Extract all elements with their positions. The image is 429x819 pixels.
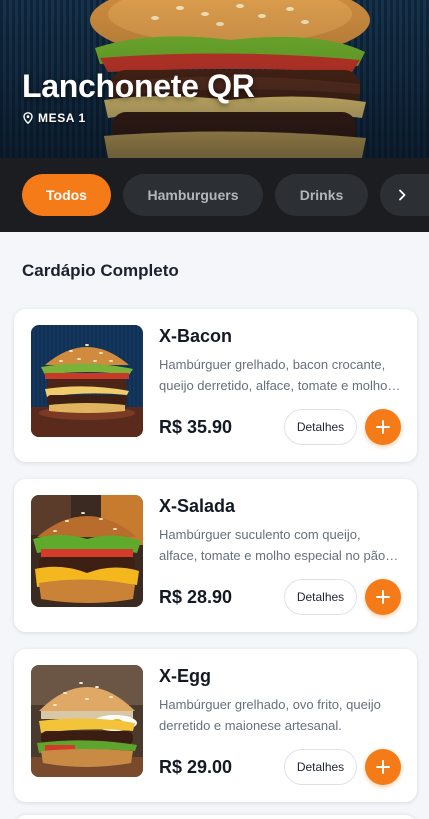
hero-banner: Lanchonete QR MESA 1 — [0, 0, 429, 158]
details-button[interactable]: Detalhes — [284, 749, 357, 785]
section-title: Cardápio Completo — [22, 261, 179, 280]
add-to-cart-button[interactable] — [365, 409, 401, 445]
item-price: R$ 35.90 — [159, 417, 233, 437]
category-scroll-button[interactable] — [386, 179, 418, 211]
item-name: X-Egg — [159, 666, 211, 686]
plus-icon — [376, 590, 390, 604]
add-to-cart-button[interactable] — [365, 579, 401, 615]
burger-photo — [31, 665, 143, 777]
item-thumbnail — [31, 665, 143, 777]
details-button[interactable]: Detalhes — [284, 579, 357, 615]
menu-item-card[interactable]: X-Salada Hambúrguer suculento com queijo… — [14, 479, 417, 632]
table-indicator: MESA 1 — [23, 111, 86, 125]
chevron-right-icon — [399, 189, 406, 201]
burger-photo — [31, 495, 143, 607]
item-description: Hambúrguer grelhado, ovo frito, queijo d… — [159, 697, 381, 733]
item-thumbnail — [31, 325, 143, 437]
category-bar: Todos Hamburguers Drinks — [0, 158, 429, 232]
item-price: R$ 29.00 — [159, 757, 233, 777]
item-thumbnail — [31, 495, 143, 607]
plus-icon — [376, 420, 390, 434]
menu-item-card-partial — [14, 815, 417, 819]
add-to-cart-button[interactable] — [365, 749, 401, 785]
item-name: X-Bacon — [159, 326, 233, 346]
details-button[interactable]: Detalhes — [284, 409, 357, 445]
plus-icon — [376, 760, 390, 774]
category-chip-hamburguers[interactable]: Hamburguers — [123, 174, 263, 216]
category-chip-drinks[interactable]: Drinks — [275, 174, 368, 216]
menu-item-card[interactable]: X-Bacon Hambúrguer grelhado, bacon croca… — [14, 309, 417, 462]
burger-photo — [31, 325, 143, 437]
item-description: Hambúrguer grelhado, bacon crocante, que… — [159, 357, 388, 393]
item-price: R$ 28.90 — [159, 587, 233, 607]
menu-item-card[interactable]: X-Egg Hambúrguer grelhado, ovo frito, qu… — [14, 649, 417, 802]
restaurant-title: Lanchonete QR — [22, 68, 255, 104]
category-chip-todos[interactable]: Todos — [22, 174, 111, 216]
item-name: X-Salada — [159, 496, 236, 516]
menu-page: Lanchonete QR MESA 1 Todos Hamburguers D… — [0, 0, 429, 819]
map-pin-icon — [23, 112, 33, 124]
item-description: Hambúrguer suculento com queijo, alface,… — [159, 527, 386, 563]
table-label: MESA 1 — [38, 111, 86, 125]
